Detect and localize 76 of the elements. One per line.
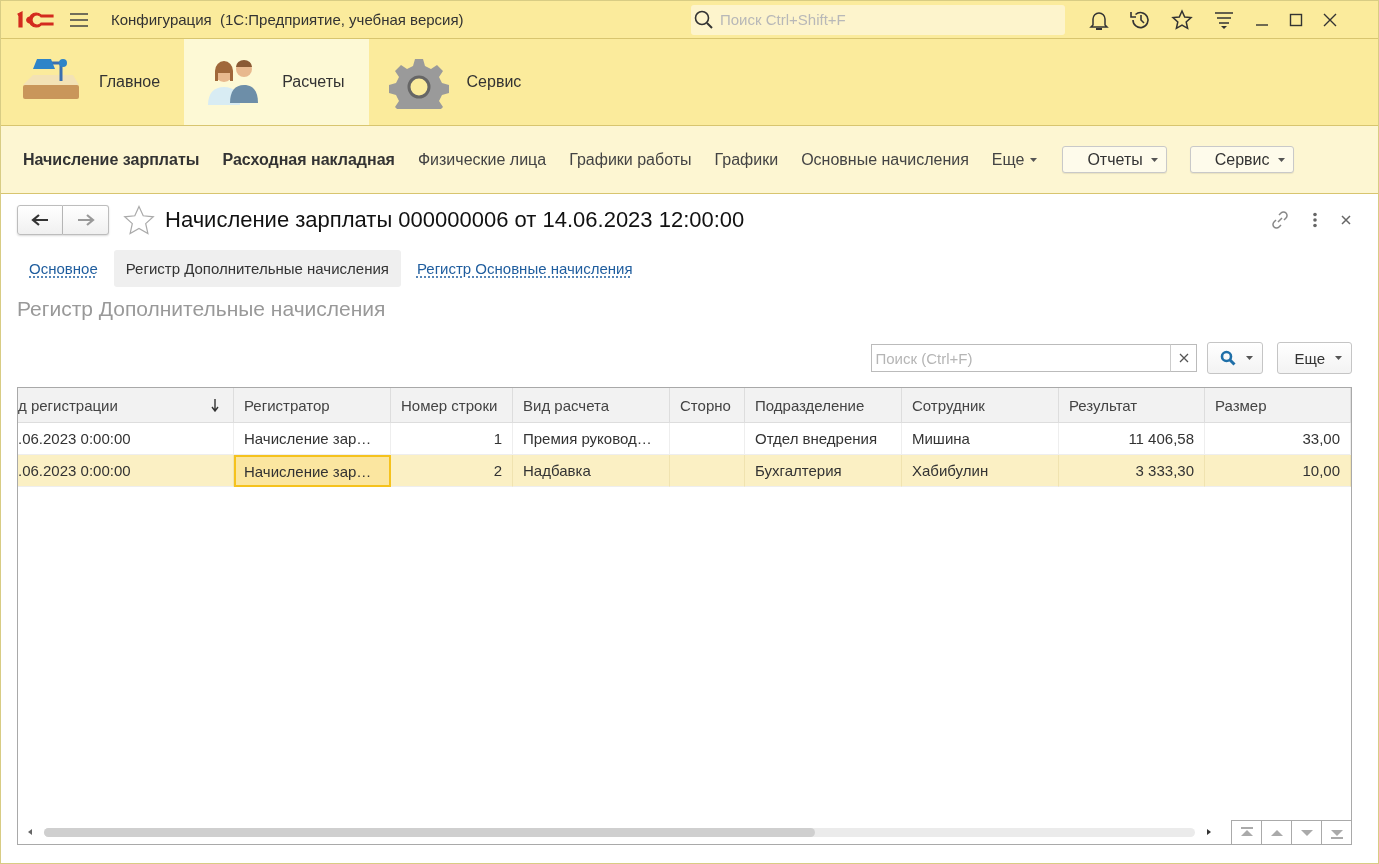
star-icon[interactable] [123, 205, 155, 235]
table-cell: Начисление зар… [234, 455, 391, 487]
close-icon[interactable] [1340, 214, 1352, 226]
sort-arrow-icon [211, 398, 219, 412]
table-cell: Хабибулин [902, 455, 1059, 487]
more-button[interactable]: Еще [1277, 342, 1352, 374]
column-header[interactable]: Сотрудник [902, 388, 1059, 422]
form-tab[interactable]: Основное [17, 249, 110, 287]
left-arrow-icon [31, 214, 49, 226]
caret-icon [1335, 356, 1342, 360]
column-header[interactable]: Вид расчета [513, 388, 670, 422]
command-button[interactable]: Отчеты [1062, 146, 1167, 173]
command-link[interactable]: Графики работы [569, 150, 692, 169]
clear-icon [1178, 353, 1189, 363]
form-tab[interactable]: Регистр Основные начисления [404, 249, 645, 287]
menu-label: Еще [991, 150, 1025, 169]
search-bar[interactable]: Поиск Ctrl+Shift+F [691, 4, 1065, 35]
form-tab[interactable]: Регистр Дополнительные начисления [113, 249, 401, 287]
command-link[interactable]: Основные начисления [801, 150, 969, 169]
search-icon [694, 9, 714, 30]
column-header[interactable]: Результат [1059, 388, 1205, 422]
caret-icon [1246, 356, 1254, 360]
menu-icon[interactable] [69, 11, 89, 28]
clear-button[interactable] [1170, 344, 1198, 372]
back-button[interactable] [17, 205, 63, 235]
column-header[interactable]: д регистрации [18, 388, 234, 422]
table-row[interactable]: .06.2023 0:00:00 Начисление зар… 2 Надбавка Бухгалтерия Хабибулин 3 333,30 10,00 [18, 455, 1351, 487]
header-label: Сотрудник [912, 396, 985, 414]
section-tab[interactable]: Главное [1, 39, 185, 125]
section-tab[interactable]: Расчеты [184, 39, 369, 125]
caret-icon [1150, 157, 1158, 162]
scroll-left-icon[interactable] [28, 829, 32, 835]
scroll-right-icon[interactable] [1207, 829, 1211, 835]
right-arrow-icon [76, 214, 95, 226]
close-icon[interactable] [1323, 12, 1337, 27]
scrollbar[interactable] [44, 827, 1195, 837]
window-title: Конфигурация (1С:Предприятие, учебная версия) [111, 11, 465, 28]
section-tab[interactable]: Сервис [368, 39, 546, 125]
search-input[interactable]: Поиск Ctrl+Shift+F [718, 10, 1062, 29]
header-label: Подразделение [755, 396, 865, 414]
column-header[interactable]: Подразделение [745, 388, 902, 422]
search-field[interactable]: Поиск (Ctrl+F) [871, 344, 1171, 372]
header-label: д регистрации [18, 396, 118, 414]
command-link[interactable]: Начисление зарплаты [23, 150, 200, 169]
header-label: Вид расчета [523, 396, 610, 414]
maximize-icon[interactable] [1289, 12, 1303, 27]
search-button[interactable] [1207, 342, 1264, 374]
header-label: Результат [1069, 396, 1138, 414]
table-cell: 2 [391, 455, 513, 487]
logo-icon[interactable] [15, 9, 55, 30]
link-icon[interactable] [1270, 210, 1290, 230]
document-title: Начисление зарплаты 000000006 от 14.06.2023 12:00:00 [165, 207, 745, 233]
column-header[interactable]: Сторно [670, 388, 745, 422]
caret-icon [1030, 157, 1038, 162]
header-label: Размер [1215, 396, 1267, 414]
table-cell: 10,00 [1205, 455, 1351, 487]
column-header[interactable]: Номер строки [391, 388, 513, 422]
header-label: Номер строки [401, 396, 498, 414]
caret-icon [1277, 157, 1285, 162]
header-label: Сторно [680, 396, 731, 414]
more-menu[interactable]: Еще [991, 150, 1038, 169]
first-row-icon [1239, 826, 1254, 839]
header-label: Регистратор [244, 396, 330, 414]
command-link[interactable]: Графики [714, 150, 779, 169]
star-icon[interactable] [1171, 8, 1193, 31]
table-cell: Надбавка [513, 455, 670, 487]
table-cell: 3 333,30 [1059, 455, 1205, 487]
column-header[interactable]: Регистратор [234, 388, 391, 422]
command-link[interactable]: Расходная накладная [222, 150, 395, 169]
table-cell: Бухгалтерия [745, 455, 902, 487]
search-icon [1220, 350, 1237, 366]
command-link[interactable]: Физические лица [417, 150, 547, 169]
more-icon[interactable] [1312, 212, 1318, 228]
column-header[interactable]: Размер [1205, 388, 1351, 422]
section-title: Регистр Дополнительные начисления [17, 297, 387, 322]
command-button[interactable]: Сервис [1189, 146, 1294, 173]
